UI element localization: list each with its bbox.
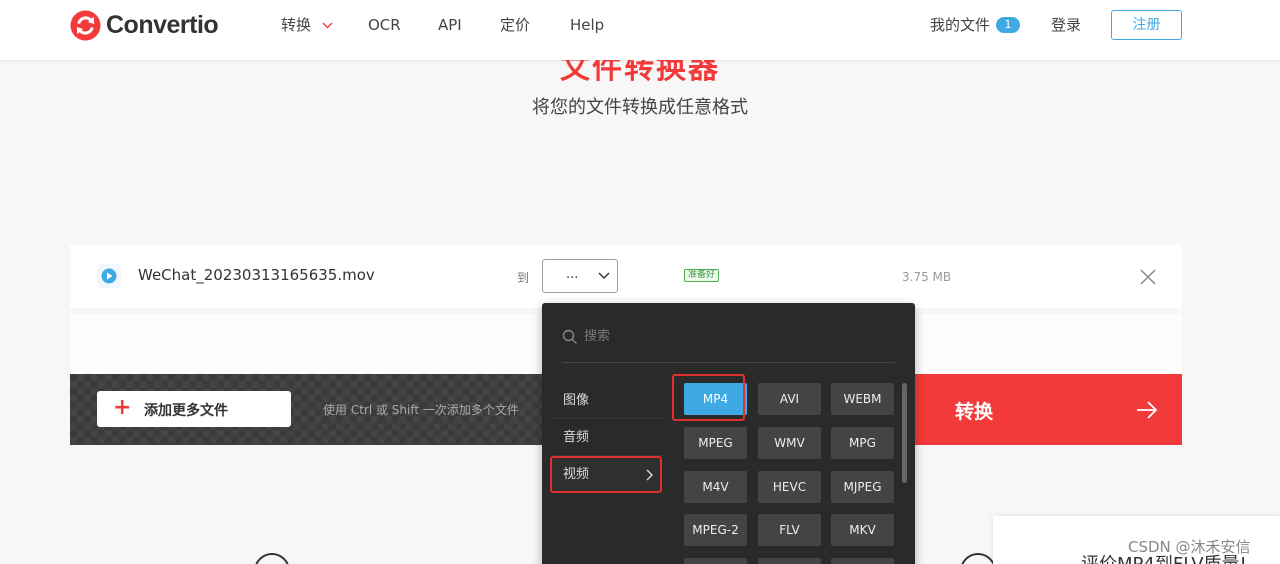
category-label: 音频 [563, 430, 590, 445]
nav-pricing[interactable]: 定价 [500, 15, 530, 35]
format-option-mpg[interactable]: MPG [831, 427, 894, 459]
dropdown-scrollbar[interactable] [902, 383, 907, 483]
chevron-down-icon [598, 272, 610, 280]
signup-button[interactable]: 注册 [1111, 10, 1182, 40]
my-files-count-badge: 1 [996, 17, 1021, 33]
convertio-logo-icon [70, 10, 101, 41]
to-label: 到 [517, 271, 530, 285]
add-more-files-button[interactable]: + 添加更多文件 [97, 391, 291, 427]
format-option-hevc[interactable]: HEVC [758, 471, 821, 503]
format-option-avi[interactable]: AVI [758, 383, 821, 415]
login-link[interactable]: 登录 [1051, 15, 1081, 35]
video-play-icon [101, 268, 117, 284]
category-label: 图像 [563, 393, 590, 408]
remove-file-close-icon[interactable] [1138, 267, 1158, 287]
page-subtitle: 将您的文件转换成任意格式 [532, 97, 748, 118]
nav-help[interactable]: Help [570, 15, 604, 35]
add-more-files-label: 添加更多文件 [144, 403, 228, 419]
format-option-wmv[interactable]: WMV [758, 427, 821, 459]
chevron-down-icon [322, 22, 333, 29]
format-option-m4v[interactable]: M4V [684, 471, 747, 503]
nav-convert[interactable]: 转换 [281, 15, 333, 35]
my-files-label: 我的文件 [930, 16, 991, 34]
nav-ocr[interactable]: OCR [368, 15, 401, 35]
format-option-mp4[interactable]: MP4 [684, 383, 747, 415]
search-divider [562, 362, 895, 363]
category-label: 视频 [563, 467, 590, 482]
convert-button[interactable]: 转换 [915, 374, 1182, 445]
format-option-mpeg-2[interactable]: MPEG-2 [684, 514, 747, 546]
format-option-webm[interactable]: WEBM [831, 383, 894, 415]
my-files-link[interactable]: 我的文件 1 [930, 15, 1021, 35]
file-row: WeChat_20230313165635.mov 到 ... 准备好 3.75… [70, 245, 1182, 308]
format-option-mpeg[interactable]: MPEG [684, 427, 747, 459]
file-type-icon [97, 264, 121, 288]
nav-convert-label: 转换 [281, 16, 312, 34]
nav-api[interactable]: API [438, 15, 462, 35]
format-option-mjpeg[interactable]: MJPEG [831, 471, 894, 503]
top-header: Convertio 转换 OCR API 定价 Help 我的文件 1 登录 注册 [0, 0, 1280, 60]
format-search-input[interactable] [584, 325, 884, 347]
format-option-more[interactable] [758, 558, 821, 564]
format-select-value: ... [566, 267, 579, 282]
file-size: 3.75 MB [902, 270, 952, 284]
format-option-flv[interactable]: FLV [758, 514, 821, 546]
watermark: CSDN @沐禾安信 [1128, 538, 1251, 556]
chevron-right-icon [646, 469, 653, 481]
category-video[interactable]: 视频 [550, 456, 662, 493]
format-option-more[interactable] [831, 558, 894, 564]
logo[interactable]: Convertio [70, 10, 219, 41]
format-option-more[interactable] [684, 558, 747, 564]
plus-icon: + [113, 395, 132, 420]
format-option-mkv[interactable]: MKV [831, 514, 894, 546]
category-image[interactable]: 图像 [550, 382, 662, 419]
convert-label: 转换 [955, 401, 994, 423]
arrow-right-icon [1137, 401, 1158, 419]
feature-icon [254, 553, 290, 564]
file-name: WeChat_20230313165635.mov [138, 266, 375, 284]
search-icon [562, 329, 577, 344]
feature-icon [960, 553, 996, 564]
multi-select-hint: 使用 Ctrl 或 Shift 一次添加多个文件 [323, 403, 519, 417]
category-audio[interactable]: 音频 [550, 419, 662, 456]
logo-text: Convertio [106, 11, 219, 39]
target-format-select[interactable]: ... [542, 259, 618, 293]
status-badge: 准备好 [684, 269, 720, 282]
format-dropdown: 图像 音频 视频 MP4 AVI WEBM MPEG WMV MPG M4V H… [542, 303, 915, 564]
